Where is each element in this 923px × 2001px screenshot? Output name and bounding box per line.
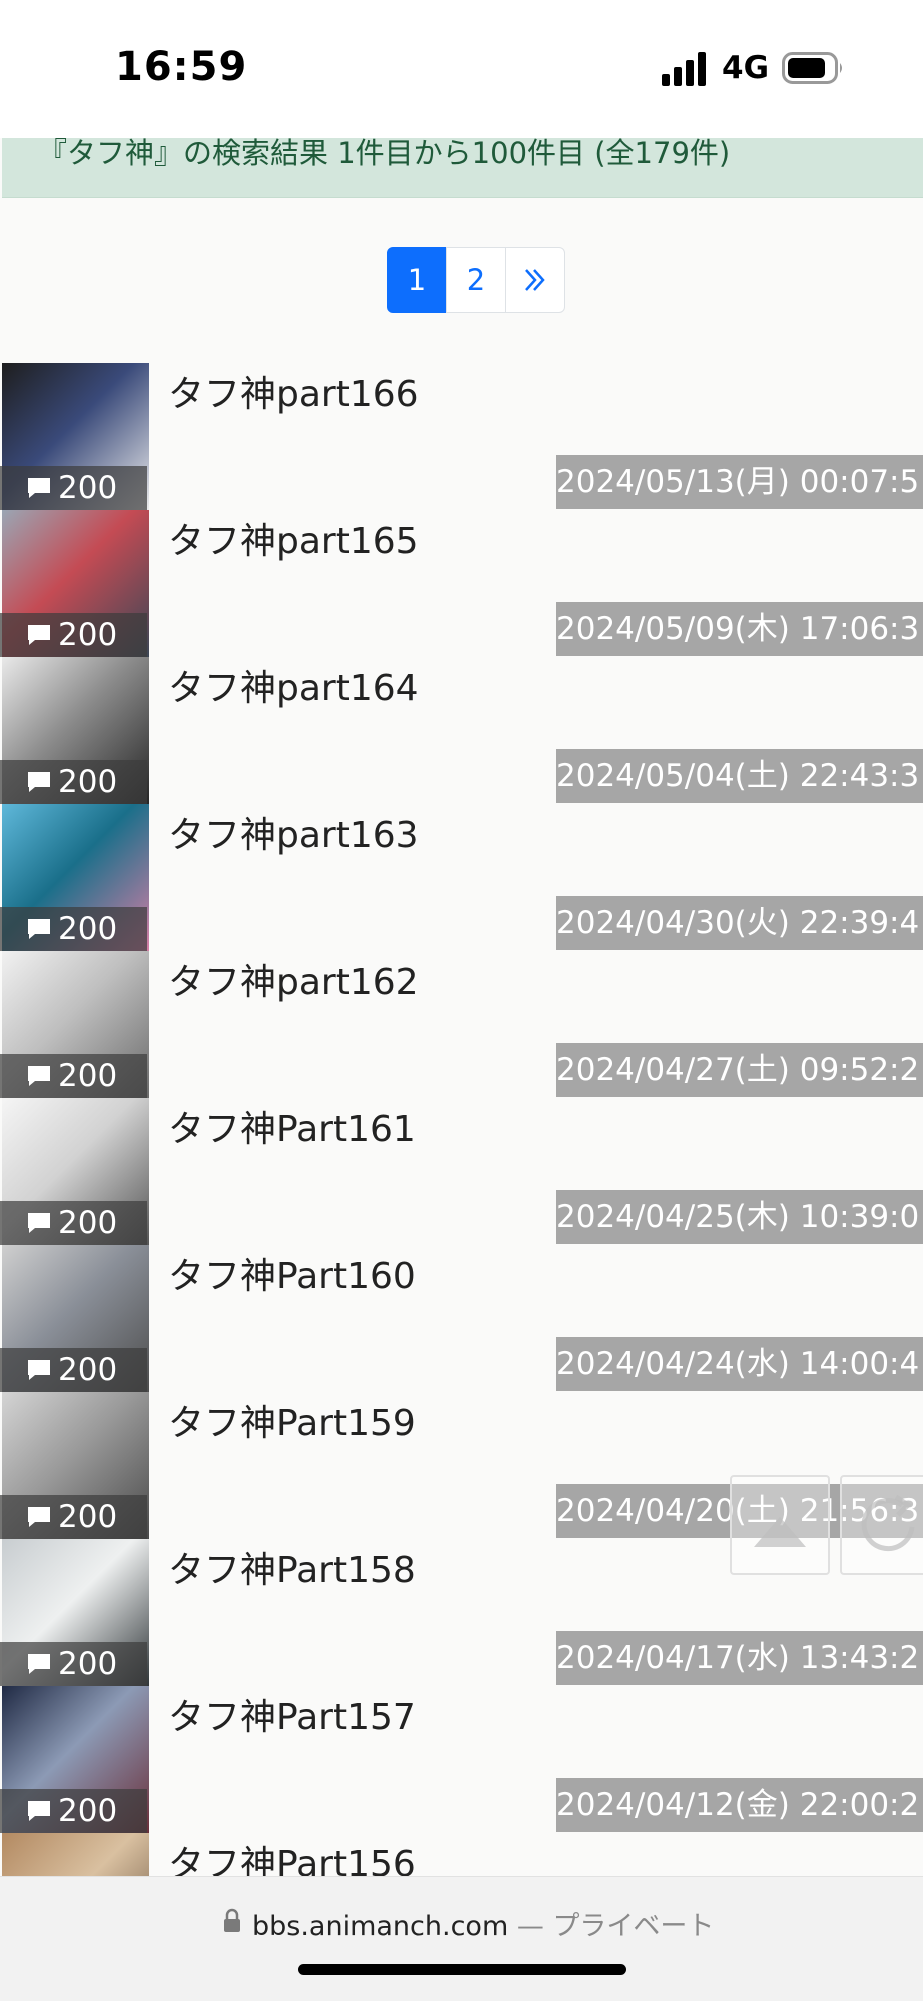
thread-title[interactable]: タフ神part163 (168, 806, 419, 858)
thread-title[interactable]: タフ神part162 (168, 953, 419, 1005)
thread-date: 2024/04/30(火) 22:39:4 (556, 896, 923, 950)
scroll-top-button[interactable] (730, 1475, 830, 1575)
thread-date: 2024/04/12(金) 22:00:2 (556, 1778, 923, 1832)
thread-date: 2024/04/17(水) 13:43:2 (556, 1631, 923, 1685)
reply-count-badge: 200 (0, 1054, 147, 1098)
thread-row[interactable]: 200 タフ神part163 2024/04/30(火) 22:39:4 (0, 804, 923, 951)
comment-bubble-icon (28, 1213, 50, 1233)
reply-count: 200 (58, 617, 118, 653)
status-time: 16:59 (115, 44, 248, 90)
thread-title[interactable]: タフ神Part157 (168, 1688, 416, 1740)
reply-count: 200 (58, 1646, 118, 1682)
url-text[interactable]: bbs.animanch.com — プライベート (252, 1904, 714, 1943)
thread-title[interactable]: タフ神Part159 (168, 1394, 416, 1446)
thread-date: 2024/05/04(土) 22:43:3 (556, 749, 923, 803)
double-chevron-right-icon (525, 269, 545, 291)
reply-count: 200 (58, 1058, 118, 1094)
comment-bubble-icon (28, 1066, 50, 1086)
thread-row[interactable]: 200 タフ神part165 2024/05/09(木) 17:06:3 (0, 510, 923, 657)
reply-count-badge: 200 (0, 760, 147, 804)
comment-bubble-icon (28, 478, 50, 498)
comment-bubble-icon (28, 625, 50, 645)
next-page-button[interactable] (505, 247, 565, 313)
search-summary: 『タフ神』の検索結果 1件目から100件目 (全179件) (38, 136, 731, 170)
thread-row[interactable]: 200 タフ神part162 2024/04/27(土) 09:52:2 (0, 951, 923, 1098)
lock-icon (224, 1908, 240, 1932)
thread-title[interactable]: タフ神Part158 (168, 1541, 416, 1593)
reply-count: 200 (58, 1352, 118, 1388)
reload-icon (861, 1494, 915, 1552)
battery-icon (782, 52, 842, 84)
thread-title[interactable]: タフ神Part161 (168, 1100, 416, 1152)
thread-date: 2024/04/24(水) 14:00:4 (556, 1337, 923, 1391)
browsing-mode: プライベート (552, 1911, 715, 1942)
reply-count-badge: 200 (0, 1495, 147, 1539)
thread-date: 2024/04/27(土) 09:52:2 (556, 1043, 923, 1097)
status-bar: 16:59 4G (0, 0, 923, 138)
reply-count: 200 (58, 764, 118, 800)
reply-count: 200 (58, 470, 118, 506)
thread-row[interactable]: 200 タフ神part166 2024/05/13(月) 00:07:5 (0, 363, 923, 510)
thread-date: 2024/05/09(木) 17:06:3 (556, 602, 923, 656)
thread-row[interactable]: 200 タフ神Part160 2024/04/24(水) 14:00:4 (0, 1245, 923, 1392)
reload-button[interactable] (840, 1475, 923, 1575)
comment-bubble-icon (28, 919, 50, 939)
thread-date: 2024/05/13(月) 00:07:5 (556, 455, 923, 509)
comment-bubble-icon (28, 1360, 50, 1380)
reply-count-badge: 200 (0, 1789, 147, 1833)
comment-bubble-icon (28, 1654, 50, 1674)
thread-row[interactable]: 200 タフ神Part161 2024/04/25(木) 10:39:0 (0, 1098, 923, 1245)
url-separator: — (516, 1911, 544, 1942)
reply-count-badge: 200 (0, 907, 147, 951)
comment-bubble-icon (28, 1507, 50, 1527)
comment-bubble-icon (28, 1801, 50, 1821)
thread-row[interactable]: 200 タフ神part164 2024/05/04(土) 22:43:3 (0, 657, 923, 804)
thread-title[interactable]: タフ神part166 (168, 365, 419, 417)
reply-count: 200 (58, 1499, 118, 1535)
url-domain: bbs.animanch.com (252, 1911, 509, 1942)
comment-bubble-icon (28, 772, 50, 792)
reply-count-badge: 200 (0, 1348, 147, 1392)
network-type: 4G (722, 50, 770, 86)
page-1-button[interactable]: 1 (387, 247, 447, 313)
arrow-up-icon (754, 1517, 806, 1547)
reply-count: 200 (58, 1793, 118, 1829)
thread-date: 2024/04/25(木) 10:39:0 (556, 1190, 923, 1244)
thread-title[interactable]: タフ神Part160 (168, 1247, 416, 1299)
thread-title[interactable]: タフ神part165 (168, 512, 419, 564)
thread-title[interactable]: タフ神part164 (168, 659, 419, 711)
reply-count-badge: 200 (0, 466, 147, 510)
reply-count-badge: 200 (0, 613, 147, 657)
thread-row[interactable]: 200 タフ神Part157 2024/04/12(金) 22:00:2 (0, 1686, 923, 1833)
signal-bars-icon (662, 52, 706, 86)
home-indicator (298, 1964, 626, 1975)
page-2-button[interactable]: 2 (446, 247, 506, 313)
reply-count-badge: 200 (0, 1201, 147, 1245)
reply-count: 200 (58, 911, 118, 947)
reply-count-badge: 200 (0, 1642, 147, 1686)
pagination: 1 2 (387, 247, 565, 313)
reply-count: 200 (58, 1205, 118, 1241)
